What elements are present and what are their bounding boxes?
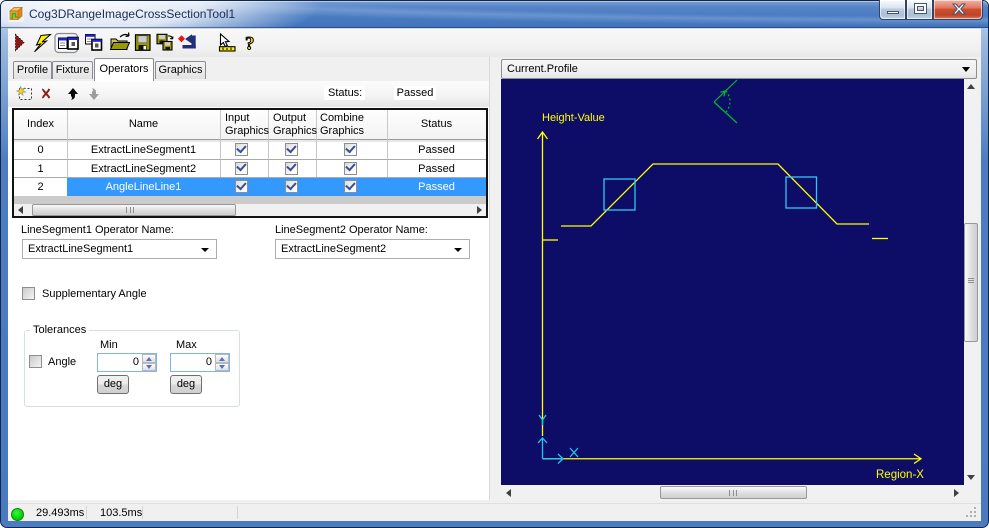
svg-text:?: ? <box>245 34 255 55</box>
svg-text:Region-X: Region-X <box>876 469 924 481</box>
svg-text:Height-Value: Height-Value <box>542 112 605 124</box>
